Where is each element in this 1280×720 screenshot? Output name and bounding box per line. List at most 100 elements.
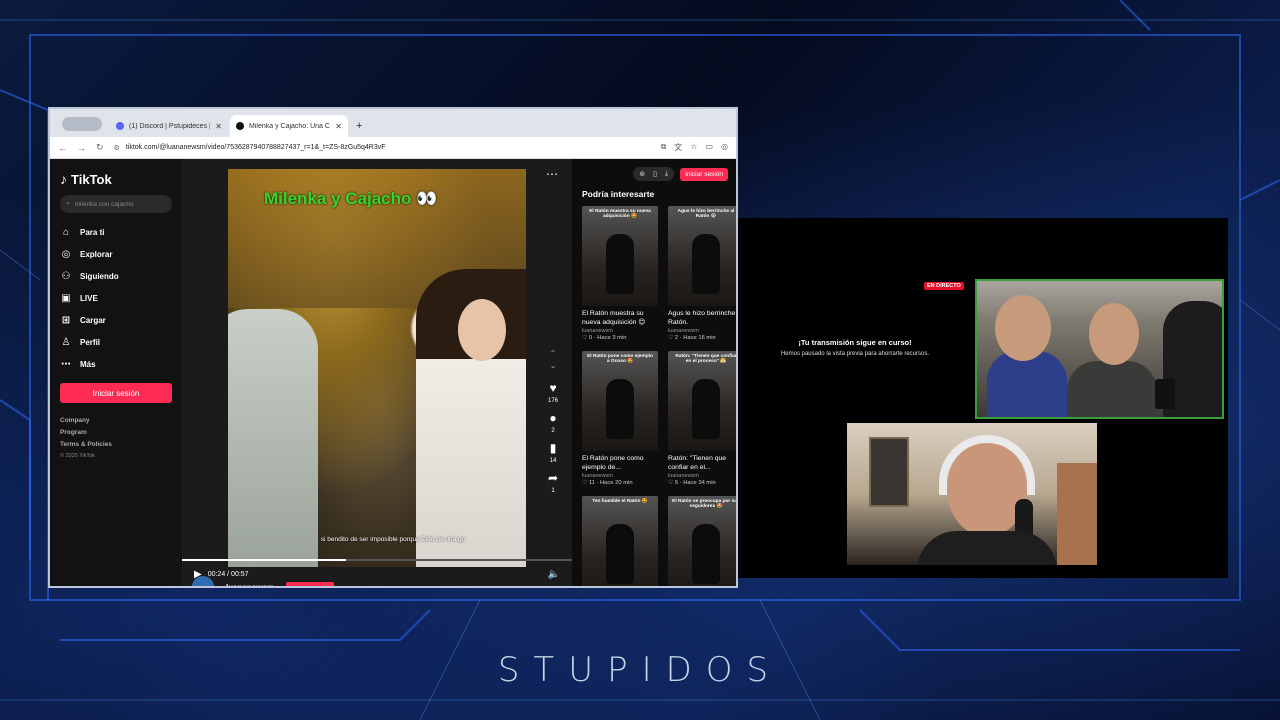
stream-panel: EN DIRECTO ¡Tu transmisión sigue en curs… bbox=[738, 218, 1228, 578]
more-options-icon[interactable]: ⋯ bbox=[546, 167, 558, 181]
up-arrow-icon[interactable]: ⌃ bbox=[550, 349, 557, 358]
video-thumbnail[interactable]: Agus le hizo berrinche al Ratón 😭 bbox=[668, 206, 736, 306]
down-arrow-icon[interactable]: ⌄ bbox=[550, 361, 557, 370]
reco-time: Hace 16 min bbox=[683, 335, 716, 341]
tab-label: (1) Discord | Pstupideces | Stupid bbox=[129, 122, 210, 130]
search-input[interactable]: ⌕ milenka con cajacho bbox=[60, 195, 172, 213]
tiktok-sidebar: ♪ TikTok ⌕ milenka con cajacho ⌂ Para ti … bbox=[50, 159, 182, 586]
install-icon[interactable]: ⧉ bbox=[661, 142, 667, 153]
reco-title[interactable]: El Ratón muestra su nueva adquisición 😊 bbox=[582, 309, 658, 327]
reco-card[interactable]: Agus le hizo berrinche al Ratón 😭 Agus le… bbox=[668, 206, 736, 341]
bookmark-star-icon[interactable]: ☆ bbox=[690, 142, 697, 153]
device-icon[interactable]: ▯ bbox=[653, 170, 657, 178]
reco-card[interactable]: El Ratón pone como ejemplo a Ocoso 🤩 El R… bbox=[582, 351, 658, 486]
live-badge: EN DIRECTO bbox=[924, 282, 964, 290]
nav-explorar[interactable]: ◎ Explorar bbox=[60, 243, 172, 265]
nav-label: Para ti bbox=[80, 227, 105, 237]
face bbox=[1089, 303, 1139, 365]
thumbnail-caption: Ten humilde el Ratón 🤩 bbox=[592, 499, 648, 504]
site-info-icon[interactable]: ⚙ bbox=[114, 144, 120, 152]
video-progress-bar[interactable] bbox=[182, 559, 572, 561]
new-tab-icon[interactable]: + bbox=[350, 120, 368, 137]
more-icon: ⋯ bbox=[61, 358, 71, 370]
avatar[interactable] bbox=[192, 576, 214, 586]
video-player[interactable]: Milenka y Cajacho 👀 si bendito de ser im… bbox=[228, 169, 526, 567]
tab-bar: (1) Discord | Pstupideces | Stupid ✕ Mil… bbox=[50, 109, 736, 137]
close-icon[interactable]: ✕ bbox=[335, 122, 342, 131]
brick-wall bbox=[1057, 463, 1097, 565]
phone bbox=[1155, 379, 1175, 409]
tab-group-pill[interactable] bbox=[62, 117, 102, 131]
forward-icon[interactable]: → bbox=[77, 143, 86, 153]
nav-para-ti[interactable]: ⌂ Para ti bbox=[60, 221, 172, 243]
nav-mas[interactable]: ⋯ Más bbox=[60, 353, 172, 375]
follow-button[interactable] bbox=[286, 582, 335, 586]
nav-live[interactable]: ▣ LIVE bbox=[60, 287, 172, 309]
reco-title[interactable]: El Ratón pone como ejemplo de... bbox=[582, 454, 658, 472]
login-button[interactable]: Iniciar sesión bbox=[60, 383, 172, 403]
heart-icon[interactable]: ♥ bbox=[549, 381, 556, 395]
paused-notice: ¡Tu transmisión sigue en curso! Hemos pa… bbox=[748, 338, 962, 357]
share-icon[interactable]: ➦ bbox=[548, 471, 558, 485]
comment-icon[interactable]: ● bbox=[549, 411, 556, 425]
video-area: Milenka y Cajacho 👀 si bendito de ser im… bbox=[182, 159, 572, 587]
eyes-emoji: 👀 bbox=[416, 189, 438, 208]
reco-stats: ♡ 2 · Hace 16 min bbox=[668, 335, 736, 341]
thumbnail-figure bbox=[692, 379, 720, 439]
close-icon[interactable]: ✕ bbox=[215, 122, 222, 131]
video-thumbnail[interactable]: El Ratón muestra su nueva adquisición 🤩 bbox=[582, 206, 658, 306]
address-bar: ← → ↻ ⚙ tiktok.com/@luananewsm/video/753… bbox=[50, 137, 736, 159]
reco-card[interactable]: Ratón: "Tienen que confiar en el proceso… bbox=[668, 351, 736, 486]
top-login-button[interactable]: Iniciar sesión bbox=[680, 167, 728, 181]
reco-account[interactable]: luananewsm bbox=[668, 473, 736, 479]
bookmark-icon[interactable]: ▮ bbox=[550, 441, 557, 455]
reco-card[interactable]: Ten humilde el Ratón 🤩 bbox=[582, 496, 658, 586]
download-icon[interactable]: ⤓ bbox=[665, 170, 668, 178]
reco-account[interactable]: luananewsm bbox=[582, 473, 658, 479]
reco-stats: ♡ 5 · Hace 34 min bbox=[668, 480, 736, 486]
footer-link-program[interactable]: Program bbox=[60, 429, 172, 436]
reload-icon[interactable]: ↻ bbox=[96, 142, 104, 153]
nav-label: Perfil bbox=[80, 337, 101, 347]
nav-label: Cargar bbox=[80, 315, 106, 325]
back-icon[interactable]: ← bbox=[58, 143, 67, 153]
tiktok-logo[interactable]: ♪ TikTok bbox=[60, 171, 172, 187]
video-title-text: Milenka y Cajacho bbox=[264, 189, 412, 208]
tab-tiktok[interactable]: Milenka y Cajacho: Una Con ✕ bbox=[230, 115, 348, 137]
tab-label: Milenka y Cajacho: Una Con bbox=[249, 122, 331, 130]
reco-title[interactable]: Agus le hizo berrinche al Ratón. bbox=[668, 309, 736, 327]
translate-icon[interactable]: 文 bbox=[674, 142, 682, 153]
top-actions: ⊚ ▯ ⤓ Iniciar sesión bbox=[582, 167, 728, 181]
reco-title[interactable]: Ratón: "Tienen que confiar en el... bbox=[668, 454, 736, 472]
volume-icon[interactable]: 🔈 bbox=[548, 569, 560, 580]
footer-link-terms[interactable]: Terms & Policies bbox=[60, 441, 172, 448]
heart-icon: ♡ bbox=[668, 335, 675, 341]
coins-icon[interactable]: ⊚ bbox=[639, 170, 645, 178]
app-actions-pill: ⊚ ▯ ⤓ bbox=[633, 167, 675, 181]
copyright: © 2025 TikTok bbox=[60, 453, 95, 459]
video-thumbnail[interactable]: Ratón: "Tienen que confiar en el proceso… bbox=[668, 351, 736, 451]
extensions-icon[interactable]: ▭ bbox=[705, 142, 713, 153]
nav-label: LIVE bbox=[80, 293, 98, 303]
author-name[interactable]: luananewsm bbox=[226, 583, 274, 587]
reco-account[interactable]: luananewsm bbox=[582, 328, 658, 334]
person bbox=[917, 531, 1057, 565]
nav-siguiendo[interactable]: ⚇ Siguiendo bbox=[60, 265, 172, 287]
tab-discord[interactable]: (1) Discord | Pstupideces | Stupid ✕ bbox=[110, 115, 228, 137]
video-thumbnail[interactable]: El Ratón se preocupa por sus seguidores … bbox=[668, 496, 736, 586]
video-thumbnail[interactable]: El Ratón pone como ejemplo a Ocoso 🤩 bbox=[582, 351, 658, 451]
heart-icon: ♡ bbox=[582, 335, 589, 341]
compass-icon: ◎ bbox=[61, 248, 71, 260]
reco-card[interactable]: El Ratón se preocupa por sus seguidores … bbox=[668, 496, 736, 586]
nav-perfil[interactable]: ♙ Perfil bbox=[60, 331, 172, 353]
url-field[interactable]: ⚙ tiktok.com/@luananewsm/video/753628794… bbox=[114, 144, 651, 152]
heart-icon: ♡ bbox=[582, 480, 589, 486]
reco-account[interactable]: luananewsm bbox=[668, 328, 736, 334]
face bbox=[995, 295, 1051, 361]
profile-icon[interactable]: ◎ bbox=[721, 142, 728, 153]
video-thumbnail[interactable]: Ten humilde el Ratón 🤩 bbox=[582, 496, 658, 586]
nav-cargar[interactable]: ⊞ Cargar bbox=[60, 309, 172, 331]
footer-link-company[interactable]: Company bbox=[60, 417, 172, 424]
recommended-heading: Podría interesarte bbox=[582, 189, 655, 199]
reco-card[interactable]: El Ratón muestra su nueva adquisición 🤩 E… bbox=[582, 206, 658, 341]
